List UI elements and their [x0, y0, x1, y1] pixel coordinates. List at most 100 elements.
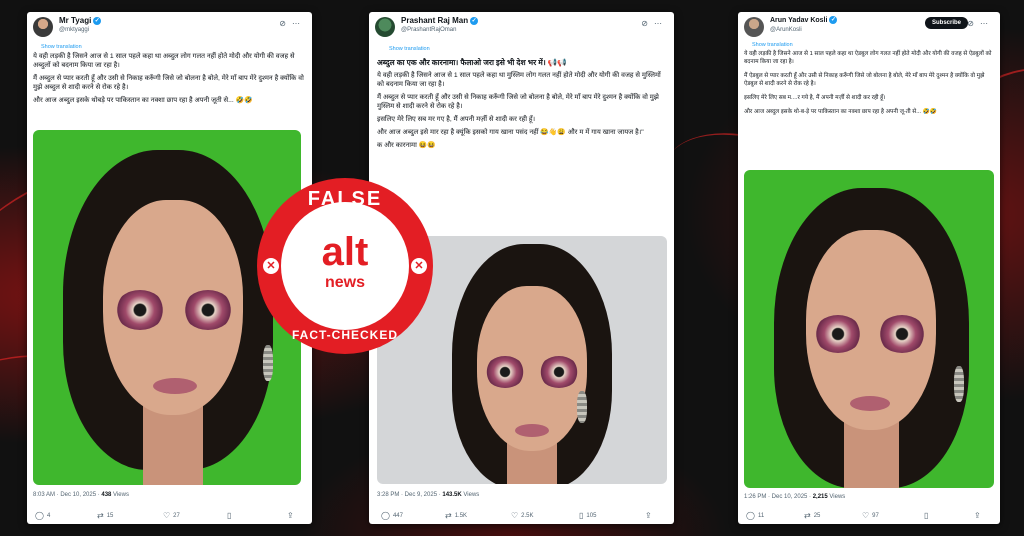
view-count: 438	[101, 492, 112, 498]
tweet-card-arun-yadav-kosli: Arun Yadav Kosli ✓ @ArunKosli Subscribe ⊘…	[738, 12, 1000, 524]
speech-bubble-icon: ◯	[381, 511, 390, 520]
tweet-headline: अब्दुल का एक और कारनामा। फैलाओ जरा इसे भ…	[377, 58, 567, 67]
verified-badge-icon: ✓	[93, 16, 102, 25]
grok-icon[interactable]: ⊘	[279, 19, 292, 28]
bookmark-icon: ▯	[924, 511, 929, 520]
views-label: Views	[827, 494, 846, 500]
repost-count: 15	[106, 513, 114, 520]
bruised-eye	[115, 290, 165, 330]
heart-icon: ♡	[862, 511, 870, 520]
verified-badge-icon: ✓	[470, 16, 479, 25]
header-icons: ⊘⋯	[279, 19, 306, 28]
speech-bubble-icon: ◯	[746, 511, 755, 520]
views-label: Views	[461, 492, 480, 498]
share-button[interactable]: ⇪	[287, 511, 297, 520]
handle[interactable]: @mktyaggi	[59, 27, 89, 33]
display-name[interactable]: Mr Tyagi ✓	[59, 16, 102, 25]
handle[interactable]: @ArunKosli	[770, 27, 802, 33]
tweet-paragraph: और आज अब्दुल इसे मार रहा है क्यूंकि इसको…	[377, 129, 644, 136]
tweet-meta: 8:03 AM · Dec 10, 2025 · 438 Views	[33, 492, 129, 498]
show-translation-link[interactable]: Show translation	[389, 46, 430, 52]
repost-button[interactable]: ⇄ 25	[804, 511, 820, 520]
bookmark-button[interactable]: ▯ 105	[579, 511, 596, 520]
tweet-paragraph: इसलिए मेरे लिए सब म....र गये है, मैं अपन…	[744, 95, 886, 101]
more-icon[interactable]: ⋯	[292, 19, 306, 28]
reply-count: 447	[392, 513, 403, 520]
repost-icon: ⇄	[97, 511, 104, 520]
bruised-eye	[814, 315, 862, 353]
earring	[577, 391, 587, 423]
stamp-fact-checked-label: FACT-CHECKED	[291, 328, 398, 342]
alt-news-logo: alt	[321, 230, 369, 274]
bookmark-icon: ▯	[227, 511, 232, 520]
show-translation-link[interactable]: Show translation	[752, 42, 793, 48]
reply-button[interactable]: ◯ 447	[381, 511, 403, 520]
grok-icon[interactable]: ⊘	[967, 19, 980, 28]
tweet-paragraph: ये वही लड़की है जिसने आज से 1 साल पहले क…	[744, 51, 992, 65]
reply-button[interactable]: ◯ 11	[746, 511, 764, 520]
repost-button[interactable]: ⇄ 15	[97, 511, 113, 520]
bruised-eye	[539, 356, 579, 388]
stamp-false-label: FALSE	[307, 188, 383, 210]
header-icons: ⊘⋯	[967, 19, 994, 28]
views-label: Views	[111, 492, 129, 498]
tweet-paragraph: ये वही लड़की है जिसने आज से 1 साल पहले क…	[377, 72, 661, 88]
timestamp[interactable]: 8:03 AM · Dec 10, 2025 ·	[33, 492, 101, 498]
more-icon[interactable]: ⋯	[980, 19, 994, 28]
tweet-paragraph: इसलिए मेरे लिए सब मर गए है, मैं अपनी मर्…	[377, 116, 536, 123]
repost-icon: ⇄	[804, 511, 811, 520]
like-count: 27	[173, 513, 180, 520]
bookmark-button[interactable]: ▯	[227, 511, 234, 520]
like-count: 2.5K	[521, 513, 534, 520]
display-name[interactable]: Prashant Raj Man ✓	[401, 16, 479, 25]
avatar[interactable]	[744, 17, 764, 37]
alt-news-false-stamp: FALSE alt news ✕ ✕ FACT-CHECKED	[257, 178, 433, 354]
share-button[interactable]: ⇪	[645, 511, 655, 520]
like-button[interactable]: ♡ 97	[862, 511, 879, 520]
share-icon: ⇪	[645, 511, 652, 520]
reply-button[interactable]: ◯ 4	[35, 511, 50, 520]
timestamp[interactable]: 1:26 PM · Dec 10, 2025 ·	[744, 494, 813, 500]
avatar[interactable]	[33, 17, 53, 37]
lips-shape	[515, 424, 549, 437]
cross-icon: ✕	[411, 258, 427, 274]
alt-news-logo-sub: news	[324, 274, 365, 291]
tweet-text: ये वही लड़की है जिसने आज से 1 साल पहले क…	[33, 52, 305, 109]
view-count: 143.5K	[442, 492, 462, 498]
bookmark-count: 105	[586, 513, 597, 520]
tweet-paragraph: और आज अब्दुल इसके थो-ब-ड़े पर पाकिस्तान …	[744, 109, 938, 115]
bruised-eye	[183, 290, 233, 330]
like-button[interactable]: ♡ 2.5K	[511, 511, 534, 520]
lips-shape	[153, 378, 197, 394]
tweet-paragraph: क और कारनामा 😆😆	[377, 142, 436, 149]
reply-count: 11	[757, 513, 765, 520]
repost-icon: ⇄	[445, 511, 452, 520]
share-icon: ⇪	[287, 511, 294, 520]
tweet-header: Prashant Raj Man ✓ @PrashantRajOman ⊘⋯	[369, 12, 674, 44]
bruised-eye	[878, 315, 926, 353]
tweet-paragraph: और आज अब्दुल इसके थोबड़े पर पाकिस्तान का…	[33, 97, 253, 104]
earring	[954, 366, 964, 402]
lips-shape	[850, 396, 890, 411]
view-count: 2,215	[812, 494, 828, 500]
verified-badge-icon: ✓	[829, 16, 838, 24]
tweet-photo[interactable]	[744, 170, 994, 488]
share-button[interactable]: ⇪	[974, 511, 984, 520]
display-name[interactable]: Arun Yadav Kosli ✓	[770, 16, 838, 24]
share-icon: ⇪	[974, 511, 981, 520]
grok-icon[interactable]: ⊘	[641, 19, 654, 28]
tweet-paragraph: मैं अब्दुल से प्यार करती हूँ और उसी से न…	[377, 94, 659, 110]
avatar[interactable]	[375, 17, 395, 37]
tweet-meta: 3:28 PM · Dec 9, 2025 · 143.5K Views	[377, 492, 479, 498]
tweet-text: ये वही लड़की है जिसने आज से 1 साल पहले क…	[744, 50, 994, 120]
repost-count: 25	[813, 513, 821, 520]
handle[interactable]: @PrashantRajOman	[401, 27, 456, 33]
tweet-header: Arun Yadav Kosli ✓ @ArunKosli Subscribe ⊘…	[738, 12, 1000, 44]
more-icon[interactable]: ⋯	[654, 19, 668, 28]
bookmark-button[interactable]: ▯	[924, 511, 931, 520]
timestamp[interactable]: 3:28 PM · Dec 9, 2025 ·	[377, 492, 442, 498]
subscribe-button[interactable]: Subscribe	[924, 17, 968, 29]
like-button[interactable]: ♡ 27	[163, 511, 180, 520]
repost-button[interactable]: ⇄ 1.5K	[445, 511, 467, 520]
show-translation-link[interactable]: Show translation	[41, 44, 82, 50]
